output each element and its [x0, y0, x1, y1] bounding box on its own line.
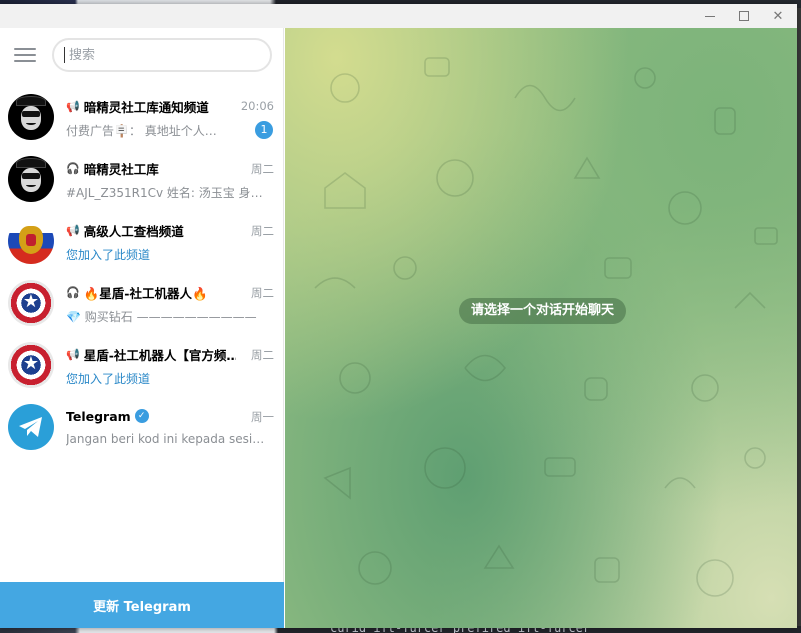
chat-title: Telegram ✓ [66, 407, 236, 425]
select-chat-hint: 请选择一个对话开始聊天 [459, 298, 627, 324]
avatar [8, 404, 54, 450]
unread-badge: 1 [255, 121, 273, 139]
megaphone-icon: 📢 [66, 99, 80, 113]
headset-icon: 🎧 [66, 161, 80, 175]
search-box[interactable] [52, 38, 272, 72]
minimize-icon [705, 15, 715, 17]
avatar: ★ [8, 342, 54, 388]
chat-item[interactable]: 🎧 暗精灵社工库 周二 #AJL_Z351R1Cv 姓名: 汤玉宝 身份… [0, 148, 283, 210]
headset-icon: 🎧 [66, 285, 80, 299]
chat-time: 周一 [251, 410, 274, 424]
chat-title: 📢 暗精灵社工库通知频道 [66, 99, 209, 115]
menu-line-icon [14, 48, 36, 50]
chat-time: 周二 [251, 224, 274, 238]
avatar [8, 156, 54, 202]
chat-time: 20:06 [240, 99, 274, 113]
chat-item[interactable]: 📢 暗精灵社工库通知频道 20:06 付费广告🪧： 真地址个人… 1 [0, 86, 283, 148]
search-input[interactable] [64, 47, 260, 63]
close-button[interactable]: ✕ [761, 4, 795, 28]
telegram-logo-icon [19, 417, 42, 437]
chat-preview: 您加入了此频道 [66, 372, 151, 386]
chat-preview: #AJL_Z351R1Cv 姓名: 汤玉宝 身份… [66, 186, 271, 200]
chat-time: 周二 [251, 286, 274, 300]
menu-line-icon [14, 60, 36, 62]
title-bar[interactable]: ✕ [0, 4, 797, 28]
chat-area: 请选择一个对话开始聊天 [285, 28, 797, 628]
maximize-icon [739, 11, 749, 21]
update-telegram-button[interactable]: 更新 Telegram [0, 582, 284, 628]
chat-preview: 付费广告🪧： 真地址个人… [66, 124, 217, 138]
chat-preview: 💎 购买钻石 —————————— [66, 310, 257, 324]
chat-title: 🎧 暗精灵社工库 [66, 161, 159, 177]
maximize-button[interactable] [727, 4, 761, 28]
chat-title: 📢 高级人工查档频道 [66, 223, 184, 239]
close-icon: ✕ [772, 8, 784, 24]
chat-sidebar: 📢 暗精灵社工库通知频道 20:06 付费广告🪧： 真地址个人… 1 🎧 暗精灵… [0, 28, 284, 628]
chat-time: 周二 [251, 162, 274, 176]
chat-time: 周二 [251, 348, 274, 362]
hamburger-menu-button[interactable] [14, 48, 36, 62]
chat-title: 📢 星盾-社工机器人【官方频… [66, 347, 236, 363]
chat-background-pattern [314, 57, 778, 597]
chat-item[interactable]: 📢 高级人工查档频道 周二 您加入了此频道 [0, 210, 283, 272]
chat-item[interactable]: ★ 🎧 🔥星盾-社工机器人🔥 周二 💎 购买钻石 —————————— [0, 272, 283, 334]
chat-item[interactable]: ★ 📢 星盾-社工机器人【官方频… 周二 您加入了此频道 [0, 334, 283, 396]
chat-item[interactable]: Telegram ✓ 周一 Jangan beri kod ini kepada… [0, 396, 283, 458]
avatar [8, 218, 54, 264]
chat-preview: Jangan beri kod ini kepada sesiap… [66, 432, 271, 446]
megaphone-icon: 📢 [66, 223, 80, 237]
megaphone-icon: 📢 [66, 347, 80, 361]
avatar [8, 94, 54, 140]
verified-check-icon: ✓ [134, 409, 149, 423]
avatar: ★ [8, 280, 54, 326]
telegram-window: ✕ 📢 暗精灵社工库通知频道 20:06 付费广告🪧： 真地址个人… [0, 4, 797, 628]
chat-preview: 您加入了此频道 [66, 248, 151, 262]
minimize-button[interactable] [693, 4, 727, 28]
chat-list: 📢 暗精灵社工库通知频道 20:06 付费广告🪧： 真地址个人… 1 🎧 暗精灵… [0, 86, 283, 458]
menu-line-icon [14, 54, 36, 56]
chat-title: 🎧 🔥星盾-社工机器人🔥 [66, 285, 208, 301]
